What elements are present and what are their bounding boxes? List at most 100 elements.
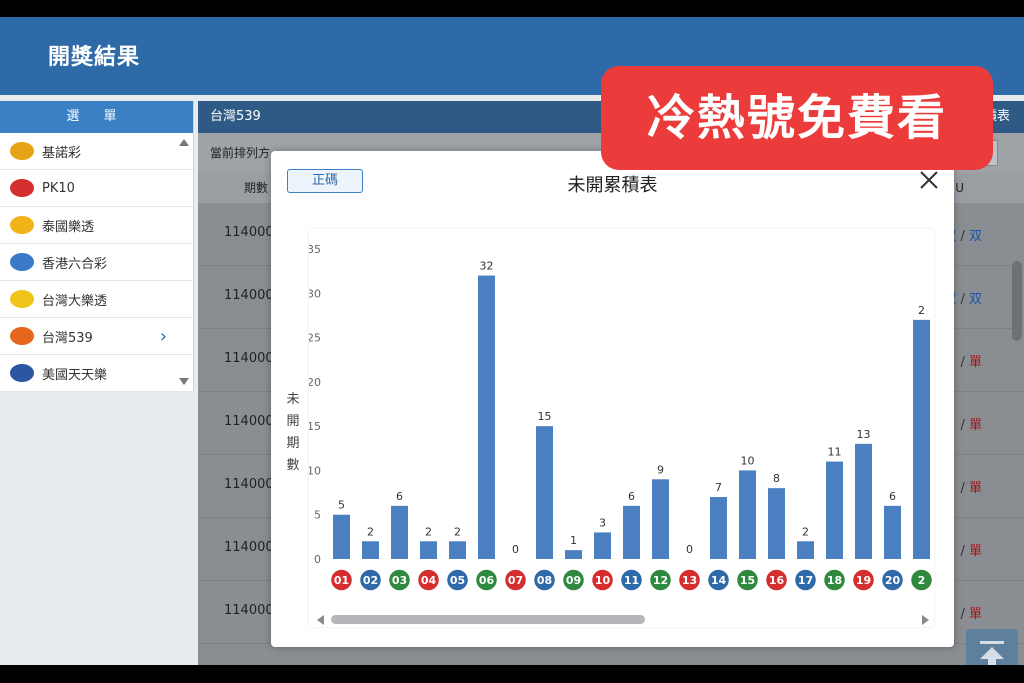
y-tick-label: 0 xyxy=(314,553,321,566)
sidebar-item[interactable]: 香港六合彩 xyxy=(0,244,193,281)
bar-value-label: 2 xyxy=(367,525,374,538)
sort-label: 當前排列方 xyxy=(210,146,271,160)
odd-even-value: 單 xyxy=(968,607,982,622)
odd-even-separator: / xyxy=(960,607,969,622)
bar-value-label: 0 xyxy=(512,543,519,556)
bar-value-label: 1 xyxy=(570,534,577,547)
category-label: 16 xyxy=(769,574,785,587)
row-period: 114000 xyxy=(224,225,274,240)
bar xyxy=(652,479,669,559)
bar xyxy=(391,505,408,559)
chart-plot-area: 0 5 10 15 20 25 30 35 5 01 2 02 6 03 2 04 2 05 32 06 0 07 15 08… xyxy=(309,229,934,627)
bar xyxy=(826,461,843,559)
category-label: 15 xyxy=(740,574,755,587)
sidebar-item[interactable]: 美國天天樂 xyxy=(0,355,193,392)
sidebar-item[interactable]: PK10 xyxy=(0,170,193,207)
bar xyxy=(855,443,872,559)
row-period: 114000 xyxy=(224,351,274,366)
bar xyxy=(333,514,350,559)
scroll-down-arrow-icon[interactable] xyxy=(179,378,189,385)
sidebar-item[interactable]: 基諾彩 xyxy=(0,133,193,170)
y-tick-label: 30 xyxy=(309,287,321,300)
sidebar-item-label: PK10 xyxy=(42,180,75,196)
odd-even-value: 双 xyxy=(968,229,982,244)
back-to-top-icon xyxy=(980,641,1004,665)
sidebar-item[interactable]: 泰國樂透 xyxy=(0,207,193,244)
odd-even-separator: / xyxy=(960,355,969,370)
odd-even-value: 單 xyxy=(968,355,982,370)
close-icon[interactable] xyxy=(918,169,940,191)
bar xyxy=(420,541,437,559)
sidebar-menu: 選 單 基諾彩 PK10 泰國樂透香港六合彩台灣大樂透台灣539 › 美國天天樂 xyxy=(0,101,194,392)
bar-value-label: 15 xyxy=(538,410,552,423)
bar-value-label: 11 xyxy=(828,446,842,459)
back-to-top-button[interactable] xyxy=(966,629,1018,665)
odd-even-separator: / xyxy=(960,481,969,496)
hk-mark-six-icon xyxy=(10,253,34,271)
dialog-title: 未開累積表 xyxy=(567,175,658,196)
bar xyxy=(449,541,466,559)
bar xyxy=(362,541,379,559)
sidebar-list: 基諾彩 PK10 泰國樂透香港六合彩台灣大樂透台灣539 › 美國天天樂 xyxy=(0,133,193,392)
sidebar-item-label: 台灣539 xyxy=(42,330,93,346)
us-daily-icon xyxy=(10,364,34,382)
sidebar-item-label: 台灣大樂透 xyxy=(42,293,108,309)
scroll-up-arrow-icon[interactable] xyxy=(179,139,189,146)
sidebar-item-label: 美國天天樂 xyxy=(42,367,108,383)
odd-even-value: 單 xyxy=(968,544,982,559)
bar-value-label: 2 xyxy=(425,525,432,538)
column-header-right: U xyxy=(955,181,964,195)
category-label: 13 xyxy=(682,574,697,587)
page-title: 開獎結果 xyxy=(48,45,141,70)
category-label: 07 xyxy=(508,574,523,587)
sidebar-item[interactable]: 台灣大樂透 xyxy=(0,281,193,318)
bar xyxy=(768,488,785,559)
y-tick-label: 10 xyxy=(309,464,321,477)
bar xyxy=(739,470,756,559)
bar-value-label: 9 xyxy=(657,463,664,476)
bar-chart: 0510152025303550120260320420532060071508… xyxy=(309,243,934,592)
keno-icon xyxy=(10,142,34,160)
row-period: 114000 xyxy=(224,477,274,492)
column-header-period: 期數 xyxy=(244,181,269,195)
row-odd-even: / 單 xyxy=(960,351,982,370)
bar-value-label: 2 xyxy=(918,304,925,317)
thai-lotto-icon xyxy=(10,216,34,234)
bar xyxy=(594,532,611,559)
sidebar-item-label: 香港六合彩 xyxy=(42,256,108,272)
bar-value-label: 13 xyxy=(857,428,871,441)
scroll-left-arrow-icon[interactable] xyxy=(317,615,324,625)
odd-even-separator: / xyxy=(956,292,969,307)
category-label: 2 xyxy=(918,574,926,587)
category-label: 12 xyxy=(653,574,668,587)
row-odd-even: / 單 xyxy=(960,477,982,496)
bar-value-label: 6 xyxy=(628,490,635,503)
bar xyxy=(623,505,640,559)
lottery-name: 台灣539 xyxy=(210,109,261,124)
category-label: 19 xyxy=(856,574,871,587)
row-period: 114000 xyxy=(224,603,274,618)
category-label: 18 xyxy=(827,574,842,587)
bar-value-label: 8 xyxy=(773,472,780,485)
page-scrollbar[interactable] xyxy=(1012,261,1022,341)
row-odd-even: / 單 xyxy=(960,540,982,559)
bar-value-label: 10 xyxy=(741,454,755,467)
bar xyxy=(478,275,495,559)
category-label: 01 xyxy=(334,574,349,587)
app-screen: 開獎結果 選 單 基諾彩 PK10 泰國樂透香港六合彩台灣大樂透台灣539 › 美國天天… xyxy=(0,17,1024,665)
bar xyxy=(536,426,553,559)
bar-value-label: 7 xyxy=(715,481,722,494)
sidebar-item[interactable]: 台灣539 › xyxy=(0,318,193,355)
odd-even-value: 双 xyxy=(968,292,982,307)
row-odd-even: / 單 xyxy=(960,603,982,622)
category-label: 02 xyxy=(363,574,378,587)
chart-horizontal-scrollbar[interactable] xyxy=(331,615,645,624)
bar-value-label: 6 xyxy=(889,490,896,503)
row-period: 114000 xyxy=(224,414,274,429)
scroll-right-arrow-icon[interactable] xyxy=(922,615,929,625)
y-tick-label: 20 xyxy=(309,376,321,389)
bar xyxy=(710,497,727,559)
sidebar-title: 選 單 xyxy=(0,101,193,133)
bar xyxy=(884,505,901,559)
odd-even-value: 單 xyxy=(968,481,982,496)
